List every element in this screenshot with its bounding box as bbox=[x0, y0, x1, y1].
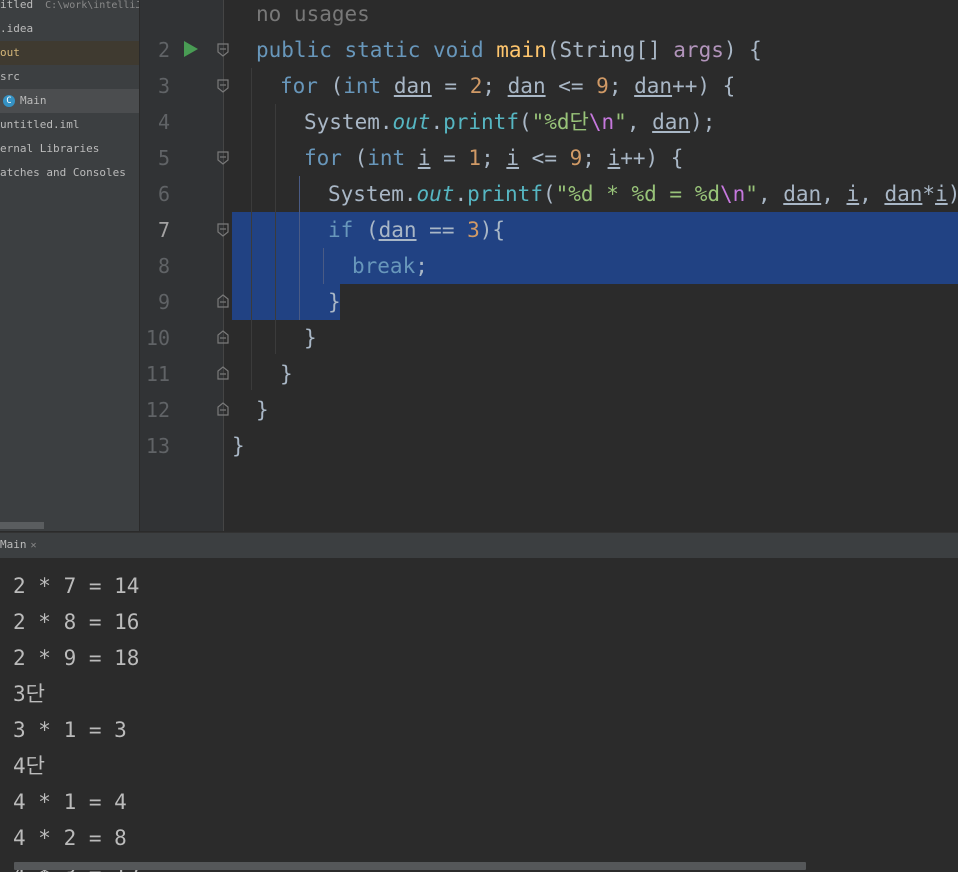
line-number: 4 bbox=[157, 110, 170, 134]
console-line: 4단 bbox=[13, 754, 45, 778]
tree-item-label: Main bbox=[20, 94, 47, 107]
code-line[interactable]: } bbox=[232, 428, 245, 464]
tree-item-label: out bbox=[0, 46, 20, 59]
tree-item-label: .idea bbox=[0, 22, 34, 35]
fold-icon[interactable] bbox=[216, 79, 230, 93]
fold-end-icon[interactable] bbox=[216, 330, 230, 344]
console-horizontal-scrollbar[interactable] bbox=[14, 862, 806, 870]
project-root-path: C:\work\intelliJ bbox=[45, 0, 139, 11]
console-output[interactable] bbox=[0, 558, 958, 872]
project-root-label: itled bbox=[0, 0, 34, 11]
code-line[interactable]: } bbox=[280, 356, 293, 392]
line-number: 2 bbox=[157, 38, 170, 62]
line-number: 6 bbox=[157, 182, 170, 206]
tree-item-scratches[interactable]: atches and Consoles bbox=[0, 161, 139, 185]
run-icon[interactable] bbox=[184, 41, 198, 57]
tree-item-label: src bbox=[0, 70, 20, 83]
console-line: 2 * 8 = 16 bbox=[13, 610, 140, 634]
code-line[interactable]: for (int i = 1; i <= 9; i++) { bbox=[304, 140, 683, 176]
close-icon[interactable]: ✕ bbox=[31, 540, 37, 551]
tree-item-src[interactable]: src bbox=[0, 65, 139, 89]
tree-item-iml[interactable]: untitled.iml bbox=[0, 113, 139, 137]
fold-end-icon[interactable] bbox=[216, 366, 230, 380]
line-number: 12 bbox=[145, 398, 170, 422]
project-scrollbar[interactable] bbox=[0, 522, 44, 529]
selection-highlight bbox=[232, 248, 958, 284]
line-number-current: 7 bbox=[157, 218, 170, 242]
line-number: 10 bbox=[145, 326, 170, 350]
line-number: 9 bbox=[157, 290, 170, 314]
fold-end-icon[interactable] bbox=[216, 402, 230, 416]
selection-highlight bbox=[232, 284, 340, 320]
line-number: 3 bbox=[157, 74, 170, 98]
tree-item-external-libraries[interactable]: ernal Libraries bbox=[0, 137, 139, 161]
code-line[interactable]: break; bbox=[352, 248, 428, 284]
code-line[interactable]: } bbox=[256, 392, 269, 428]
console-line: 2 * 7 = 14 bbox=[13, 574, 140, 598]
line-number: 13 bbox=[145, 434, 170, 458]
console-line: 4 * 1 = 4 bbox=[13, 790, 127, 814]
tree-item-label: untitled.iml bbox=[0, 118, 80, 131]
project-panel: itled C:\work\intelliJ .idea out src C Mai… bbox=[0, 0, 139, 531]
line-number: 8 bbox=[157, 254, 170, 278]
tree-item-label: atches and Consoles bbox=[0, 166, 126, 179]
indent-guide bbox=[251, 68, 252, 390]
project-root[interactable]: itled C:\work\intelliJ bbox=[0, 0, 139, 17]
usages-hint: no usages bbox=[256, 2, 370, 26]
run-tab-label: Main bbox=[0, 538, 27, 551]
code-line[interactable]: if (dan == 3){ bbox=[328, 212, 505, 248]
code-line[interactable]: System.out.printf("%d단\n", dan); bbox=[304, 104, 715, 140]
tree-item-label: ernal Libraries bbox=[0, 142, 100, 155]
code-line[interactable]: } bbox=[304, 320, 317, 356]
line-number: 11 bbox=[145, 362, 170, 386]
fold-icon[interactable] bbox=[216, 151, 230, 165]
tree-item-out[interactable]: out bbox=[0, 41, 139, 65]
indent-guide bbox=[323, 248, 324, 284]
indent-guide bbox=[275, 104, 276, 354]
console-line: 3단 bbox=[13, 682, 45, 706]
run-tab-main[interactable]: Main ✕ bbox=[0, 532, 37, 558]
fold-icon[interactable] bbox=[216, 223, 230, 237]
code-line[interactable]: System.out.printf("%d * %d = %d\n", dan,… bbox=[328, 176, 958, 212]
code-line[interactable]: public static void main(String[] args) { bbox=[256, 32, 762, 68]
code-line[interactable]: for (int dan = 2; dan <= 9; dan++) { bbox=[280, 68, 735, 104]
console-line: 4 * 2 = 8 bbox=[13, 826, 127, 850]
line-number: 5 bbox=[157, 146, 170, 170]
indent-guide bbox=[299, 176, 300, 320]
run-toolwindow-header bbox=[0, 532, 958, 559]
tree-item-idea[interactable]: .idea bbox=[0, 17, 139, 41]
code-line[interactable]: } bbox=[328, 284, 341, 320]
fold-icon[interactable] bbox=[216, 43, 230, 57]
console-line: 3 * 1 = 3 bbox=[13, 718, 127, 742]
tree-item-main[interactable]: C Main bbox=[0, 89, 139, 113]
console-line: 2 * 9 = 18 bbox=[13, 646, 140, 670]
class-icon: C bbox=[3, 95, 15, 107]
fold-end-icon[interactable] bbox=[216, 294, 230, 308]
